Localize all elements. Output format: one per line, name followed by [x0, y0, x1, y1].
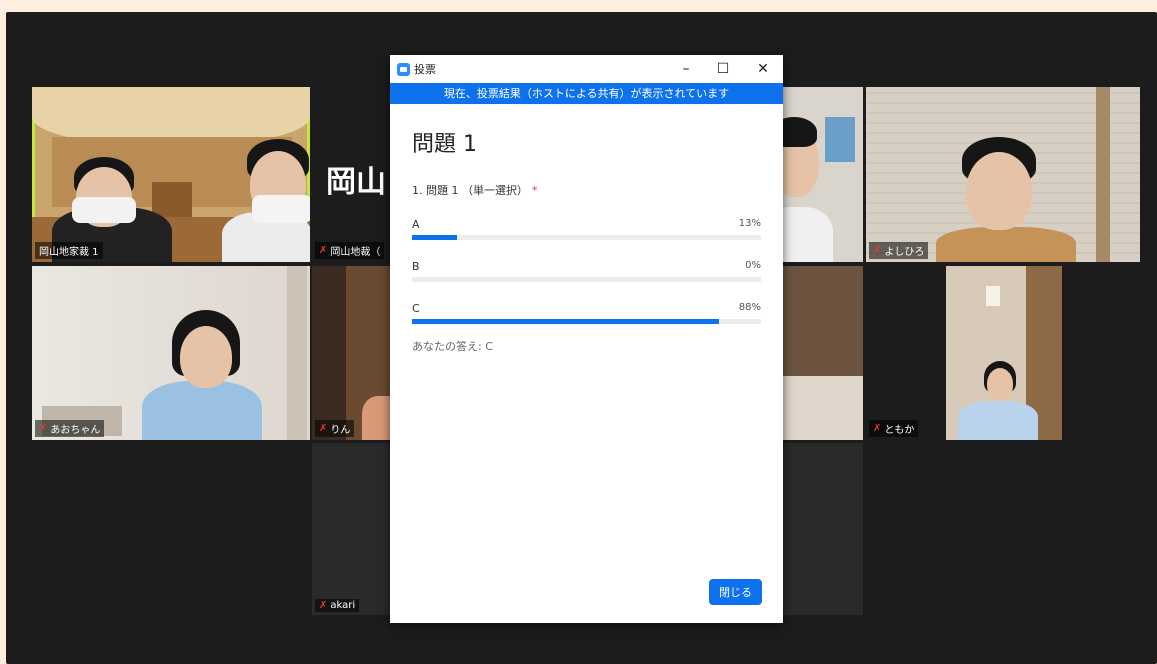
video-tile-aochan[interactable]: ✗ あおちゃん [32, 266, 310, 440]
mic-muted-icon: ✗ [873, 245, 882, 256]
share-status-banner: 現在、投票結果（ホストによる共有）が表示されています [390, 83, 783, 104]
maximize-button[interactable]: ☐ [703, 55, 743, 83]
mic-muted-icon: ✗ [873, 423, 882, 434]
mic-muted-icon: ✗ [39, 423, 48, 434]
video-tile-second[interactable]: 岡山 ✗ 岡山地裁（ [312, 87, 392, 262]
participant-name-tag: ✗ akari [315, 599, 360, 612]
minimize-button[interactable]: – [666, 55, 706, 83]
participant-name-tag: ✗ ともか [869, 420, 919, 437]
zoom-camera-icon [397, 62, 410, 76]
mic-muted-icon: ✗ [319, 600, 328, 611]
video-tile-akari[interactable]: ✗ akari [312, 443, 392, 615]
poll-window: 投票 – ☐ ✕ 現在、投票結果（ホストによる共有）が表示されています 問題 1… [390, 55, 783, 623]
option-percent: 0% [745, 260, 761, 271]
result-bar-track [412, 277, 761, 282]
participant-name-tag: ✗ よしひろ [869, 242, 929, 259]
question-label: 1. 問題 1 （単一選択） * [412, 184, 538, 197]
participant-name-tag: ✗ あおちゃん [35, 420, 105, 437]
poll-option-c: C 88% [412, 302, 761, 324]
poll-options: A 13% B 0% C 88% [412, 218, 761, 324]
video-tile-partial-2[interactable] [783, 266, 863, 440]
video-tile-empty [783, 443, 863, 615]
participant-name-tag: ✗ 岡山地裁（ [315, 242, 385, 259]
mic-muted-icon: ✗ [319, 245, 328, 256]
question-title: 問題 1 [412, 132, 477, 157]
option-percent: 13% [738, 218, 761, 229]
participant-name-tag: ✗ りん [315, 420, 355, 437]
option-label: A [412, 218, 420, 231]
option-label: B [412, 260, 420, 273]
participant-name-tag: 岡山地家裁 1 [35, 242, 103, 259]
poll-option-a: A 13% [412, 218, 761, 240]
poll-content: 問題 1 1. 問題 1 （単一選択） * A 13% B 0% C 88% あなたの答え:… [390, 126, 783, 354]
result-bar-track [412, 235, 761, 240]
participant-big-name: 岡山 [326, 165, 386, 200]
mic-muted-icon: ✗ [319, 423, 328, 434]
video-tile-yoshihiro[interactable]: ✗ よしひろ [866, 87, 1140, 262]
result-bar-track [412, 319, 761, 324]
required-mark: * [531, 184, 538, 197]
option-percent: 88% [738, 302, 761, 313]
video-tile-tomoka[interactable]: ✗ ともか [866, 266, 1140, 440]
result-bar-fill [412, 235, 458, 240]
option-label: C [412, 302, 420, 315]
your-answer: あなたの答え: C [412, 340, 493, 353]
video-tile-rin[interactable]: ✗ りん [312, 266, 392, 440]
close-window-button[interactable]: ✕ [743, 55, 783, 83]
poll-window-title: 投票 [414, 63, 436, 76]
result-bar-fill [412, 319, 720, 324]
video-tile-host[interactable]: 岡山地家裁 1 [32, 87, 310, 262]
poll-option-b: B 0% [412, 260, 761, 282]
close-button[interactable]: 閉じる [709, 579, 762, 605]
video-tile-partial-1[interactable] [783, 87, 863, 262]
